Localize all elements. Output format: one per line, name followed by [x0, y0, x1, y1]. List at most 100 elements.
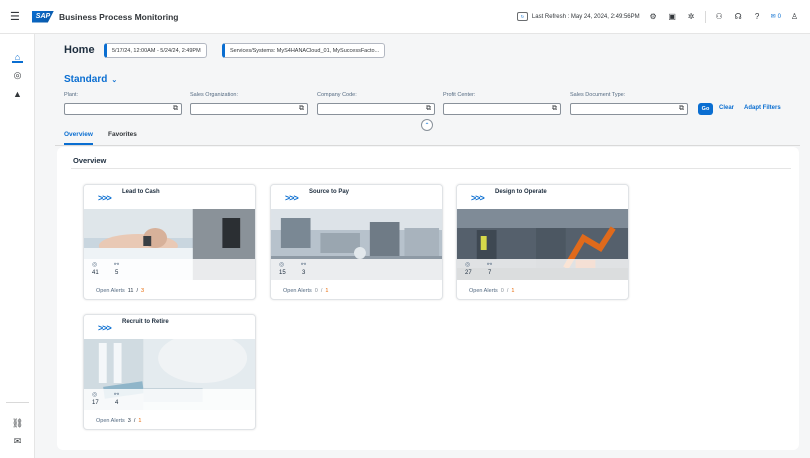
notification-count: 0 [777, 13, 781, 20]
process-card-source-to-pay[interactable]: >>> Source to Pay ◎ ⚯ 15 3 Open Alerts 0… [270, 184, 443, 300]
alerts-total: 1 [511, 288, 515, 294]
alerts-total: 3 [141, 288, 145, 294]
settings-icon[interactable]: ⚙ [648, 11, 659, 22]
sales-org-input[interactable]: ⧉ [190, 103, 308, 115]
profit-center-label: Profit Center: [443, 92, 476, 98]
alerts-separator: / [133, 418, 136, 424]
flow-icon: ⚯ [487, 262, 493, 268]
card-stats: ◎ ⚯ 15 3 [271, 259, 442, 281]
home-icon[interactable]: ⌂ [12, 52, 23, 63]
refresh-icon[interactable]: ↻ [516, 12, 528, 21]
card-stats: ◎ ⚯ 17 4 [84, 389, 255, 411]
process-chevron-icon: >>> [98, 323, 112, 333]
link-icon[interactable]: ⛓ [12, 418, 23, 429]
alerts-label: Open Alerts [96, 288, 125, 294]
card-header: >>> Design to Operate [457, 185, 628, 209]
tab-favorites[interactable]: Favorites [108, 131, 137, 145]
menu-icon[interactable]: ☰ [10, 10, 24, 23]
card-title: Design to Operate [495, 189, 547, 195]
card-header: >>> Source to Pay [271, 185, 442, 209]
company-code-input[interactable]: ⧉ [317, 103, 435, 115]
card-footer: Open Alerts 3 / 1 [96, 418, 141, 424]
stat-value-a: 27 [465, 270, 472, 276]
monitor-icon: ◎ [92, 392, 98, 398]
sales-doc-type-input[interactable]: ⧉ [570, 103, 688, 115]
last-refresh[interactable]: ↻ Last Refresh : May 24, 2024, 2:49:56PM [516, 12, 640, 21]
stat-value-b: 3 [302, 270, 306, 276]
sales-org-label: Sales Organization: [190, 92, 238, 98]
monitor-icon: ◎ [279, 262, 285, 268]
process-card-design-to-operate[interactable]: >>> Design to Operate ◎ ⚯ 27 7 Open Aler… [456, 184, 629, 300]
card-footer: Open Alerts 11 / 3 [96, 288, 144, 294]
process-chevron-icon: >>> [471, 193, 485, 203]
mail-icon[interactable]: ✉ [12, 436, 23, 447]
alerts-label: Open Alerts [469, 288, 498, 294]
help-icon[interactable]: ? [752, 11, 763, 22]
process-chevron-icon: >>> [285, 193, 299, 203]
card-header: >>> Lead to Cash [84, 185, 255, 209]
notifications-button[interactable]: ✉ 0 [770, 13, 781, 21]
section-title: Overview [73, 156, 107, 165]
card-footer: Open Alerts 0 / 1 [283, 288, 328, 294]
value-help-icon[interactable]: ⧉ [426, 105, 431, 113]
overview-panel: Overview >>> Lead to Cash ◎ ⚯ 41 5 Open … [57, 147, 799, 450]
monitor-icon[interactable]: ◎ [12, 70, 23, 81]
tab-overview[interactable]: Overview [64, 131, 93, 145]
variant-label: Standard [64, 74, 108, 85]
page-title: Home [64, 44, 95, 56]
alerts-separator: / [506, 288, 509, 294]
alerts-total: 1 [138, 418, 142, 424]
adapt-filters-button[interactable]: Adapt Filters [744, 105, 781, 111]
collapse-header-button[interactable]: ⌃ [421, 119, 433, 131]
profit-center-input[interactable]: ⧉ [443, 103, 561, 115]
process-card-lead-to-cash[interactable]: >>> Lead to Cash ◎ ⚯ 41 5 Open Alerts 11… [83, 184, 256, 300]
alert-icon[interactable]: ▲ [12, 88, 23, 99]
chevron-up-icon: ⌃ [424, 122, 430, 129]
company-code-label: Company Code: [317, 92, 357, 98]
value-help-icon[interactable]: ⧉ [173, 105, 178, 113]
alerts-label: Open Alerts [96, 418, 125, 424]
process-card-recruit-to-retire[interactable]: >>> Recruit to Retire ◎ ⚯ 17 4 Open Aler… [83, 314, 256, 430]
alerts-open: 3 [127, 418, 131, 424]
clear-button[interactable]: Clear [719, 105, 734, 111]
headset-icon[interactable]: ☊ [733, 11, 744, 22]
last-refresh-text: Last Refresh : May 24, 2024, 2:49:56PM [531, 13, 640, 20]
tab-divider [55, 145, 800, 146]
alerts-total: 1 [325, 288, 329, 294]
alerts-label: Open Alerts [283, 288, 312, 294]
stat-value-b: 5 [115, 270, 119, 276]
systems-chip[interactable]: Services/Systems: MyS4HANACloud_01, MySu… [222, 43, 386, 58]
card-stats: ◎ ⚯ 41 5 [84, 259, 255, 281]
card-title: Source to Pay [309, 189, 350, 195]
go-button[interactable]: Go [698, 103, 713, 115]
stat-value-b: 4 [115, 400, 119, 406]
people-icon[interactable]: ⚇ [714, 11, 725, 22]
flow-icon: ⚯ [114, 392, 120, 398]
gear-icon[interactable]: ✲ [686, 11, 697, 22]
variant-selector[interactable]: Standard ⌄ [64, 74, 117, 85]
date-range-chip[interactable]: 5/17/24, 12:00AM - 5/24/24, 2:49PM [104, 43, 207, 58]
calendar-icon[interactable]: ▣ [667, 11, 678, 22]
app-title: Business Process Monitoring [59, 11, 179, 22]
section-divider [71, 168, 791, 169]
alerts-separator: / [136, 288, 138, 294]
alerts-open: 0 [500, 288, 504, 294]
stat-value-b: 7 [488, 270, 492, 276]
plant-label: Plant: [64, 92, 79, 98]
plant-input[interactable]: ⧉ [64, 103, 182, 115]
alerts-open: 0 [314, 288, 318, 294]
value-help-icon[interactable]: ⧉ [552, 105, 557, 113]
value-help-icon[interactable]: ⧉ [299, 105, 304, 113]
card-header: >>> Recruit to Retire [84, 315, 255, 339]
sap-logo: SAP [32, 10, 54, 23]
value-help-icon[interactable]: ⧉ [679, 105, 684, 113]
user-icon[interactable]: ♙ [789, 11, 800, 22]
flow-icon: ⚯ [301, 262, 307, 268]
stat-value-a: 41 [92, 270, 99, 276]
sales-doc-type-label: Sales Document Type: [570, 92, 626, 98]
shell-bar: ☰ SAP Business Process Monitoring ↻ Last… [0, 0, 810, 34]
flow-icon: ⚯ [114, 262, 120, 268]
nav-divider [6, 402, 29, 403]
notification-icon: ✉ [770, 14, 776, 20]
side-navigation: ⌂ ◎ ▲ ⛓ ✉ [0, 34, 35, 458]
